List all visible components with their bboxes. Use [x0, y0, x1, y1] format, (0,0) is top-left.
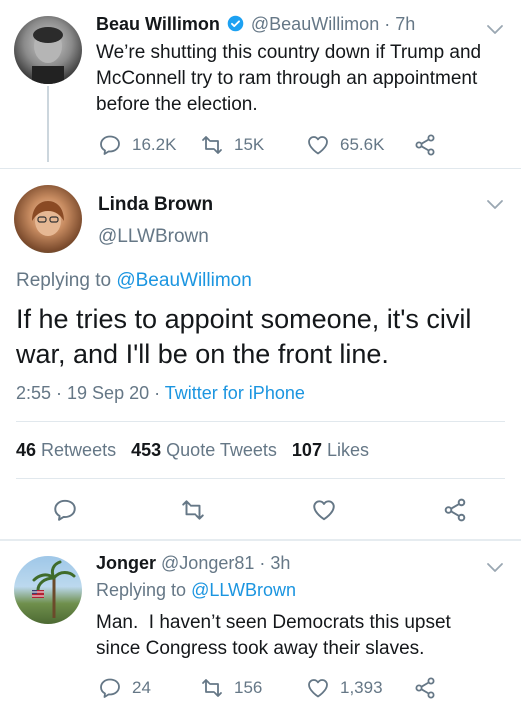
reply-count: 24: [132, 678, 151, 697]
reply-icon: [52, 497, 78, 523]
like-icon: [306, 676, 330, 700]
thread-line: [47, 86, 49, 162]
quote-tweets-count: 453: [131, 440, 162, 460]
divider: [16, 478, 505, 479]
replying-to-link[interactable]: @LLWBrown: [191, 580, 296, 600]
divider: [16, 421, 505, 422]
retweets-label: Retweets: [41, 440, 117, 460]
like-button[interactable]: 1,393: [306, 676, 383, 700]
divider: [0, 168, 521, 169]
share-icon: [413, 133, 437, 157]
share-button[interactable]: [413, 133, 437, 157]
author-handle[interactable]: @BeauWillimon: [251, 14, 379, 34]
avatar-linda-brown[interactable]: [14, 185, 82, 253]
like-icon: [311, 497, 337, 523]
retweets-count: 46: [16, 440, 37, 460]
author-name[interactable]: Linda Brown: [98, 194, 213, 216]
tweet-time[interactable]: · 3h: [259, 553, 290, 573]
share-icon: [442, 497, 468, 523]
like-button[interactable]: [311, 497, 337, 523]
likes-count: 107: [291, 440, 322, 460]
reply-icon: [98, 133, 122, 157]
author-name[interactable]: Beau Willimon: [96, 14, 220, 34]
quote-tweets-label: Quote Tweets: [166, 440, 277, 460]
replying-to: Replying to @LLWBrown: [96, 580, 296, 601]
retweet-button[interactable]: [180, 497, 206, 523]
avatar-beau-willimon[interactable]: [14, 16, 82, 84]
replying-to: Replying to @BeauWillimon: [16, 270, 252, 292]
share-button[interactable]: [413, 676, 437, 700]
verified-badge-icon: [227, 15, 244, 32]
retweet-button[interactable]: 15K: [200, 133, 264, 157]
share-button[interactable]: [442, 497, 468, 523]
quote-tweets-stat[interactable]: 453 Quote Tweets: [131, 440, 282, 460]
tweet-stats: 46 Retweets 453 Quote Tweets 107 Likes: [16, 440, 369, 461]
author-handle[interactable]: @LLWBrown: [98, 226, 209, 248]
divider: [0, 539, 521, 541]
retweet-count: 15K: [234, 135, 265, 154]
avatar-image: [32, 560, 76, 618]
retweet-count: 156: [234, 678, 263, 697]
chevron-down-icon[interactable]: [486, 24, 504, 36]
avatar-jonger[interactable]: [14, 556, 82, 624]
retweet-icon: [200, 676, 224, 700]
tweet-text: If he tries to appoint someone, it's civ…: [16, 304, 472, 369]
replying-to-label: Replying to: [96, 580, 187, 600]
reply-button[interactable]: 24: [98, 676, 151, 700]
tweet-text: Man. I haven’t seen Democrats this upset…: [96, 612, 457, 659]
avatar-image: [32, 201, 64, 236]
author-name[interactable]: Jonger: [96, 553, 156, 573]
like-icon: [306, 133, 330, 157]
chevron-down-icon[interactable]: [486, 562, 504, 574]
like-button[interactable]: 65.6K: [306, 133, 384, 157]
tweet-source-link[interactable]: Twitter for iPhone: [165, 383, 305, 403]
retweet-icon: [180, 497, 206, 523]
retweet-icon: [200, 133, 224, 157]
tweet-text: We’re shutting this country down if Trum…: [96, 42, 482, 115]
reply-button[interactable]: 16.2K: [98, 133, 176, 157]
retweets-stat[interactable]: 46 Retweets: [16, 440, 121, 460]
tweet-meta: 2:55 · 19 Sep 20 · Twitter for iPhone: [16, 383, 305, 404]
replying-to-link[interactable]: @BeauWillimon: [116, 270, 251, 291]
share-icon: [413, 676, 437, 700]
likes-stat[interactable]: 107 Likes: [292, 440, 369, 460]
tweet-timestamp: 2:55 · 19 Sep 20 ·: [16, 383, 161, 403]
reply-button[interactable]: [52, 497, 78, 523]
retweet-button[interactable]: 156: [200, 676, 262, 700]
like-count: 1,393: [340, 678, 383, 697]
replying-to-label: Replying to: [16, 270, 112, 291]
avatar-image: [32, 27, 64, 84]
like-count: 65.6K: [340, 135, 385, 154]
reply-icon: [98, 676, 122, 700]
likes-label: Likes: [326, 440, 370, 460]
author-handle[interactable]: @Jonger81: [161, 553, 254, 573]
tweet-time[interactable]: · 7h: [384, 14, 415, 34]
chevron-down-icon[interactable]: [486, 199, 504, 211]
reply-count: 16.2K: [132, 135, 177, 154]
